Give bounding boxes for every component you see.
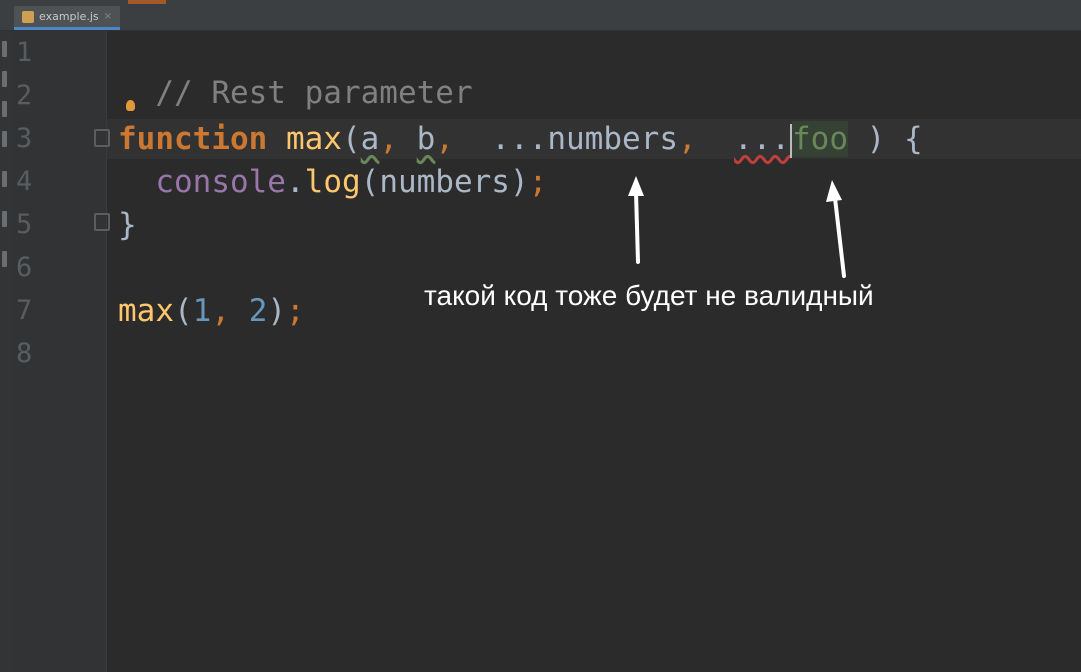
arrow-up-icon	[826, 180, 846, 278]
annotation-text: такой код тоже будет не валидный	[424, 280, 874, 311]
annotation-arrows	[628, 176, 846, 278]
arrow-up-icon	[628, 176, 644, 264]
